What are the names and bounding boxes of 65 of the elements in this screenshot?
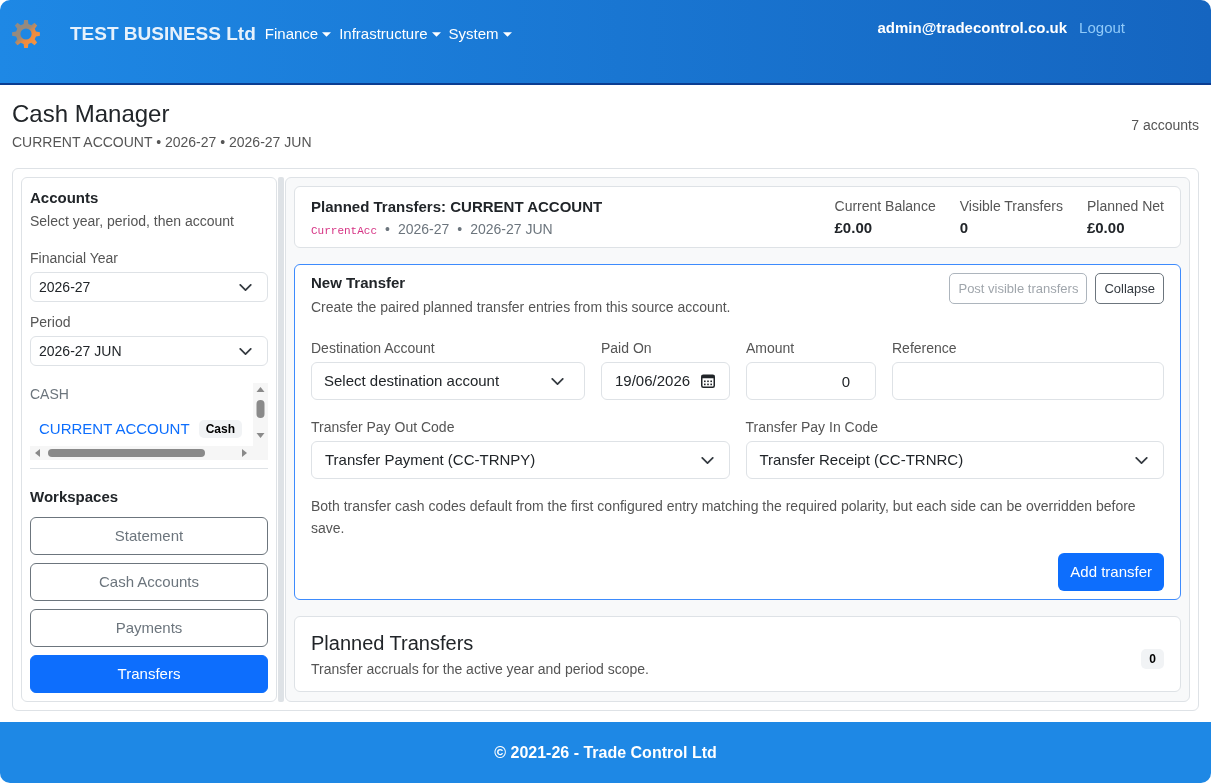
- gear-logo-icon: [12, 20, 40, 48]
- stat-value: £0.00: [1086, 218, 1126, 238]
- field-label: Transfer Pay Out Code: [311, 418, 456, 436]
- summary-title: Planned Transfers: CURRENT ACCOUNT: [311, 197, 603, 217]
- chevron-down-icon: [1135, 456, 1148, 464]
- chevron-down-icon: [239, 283, 252, 291]
- calendar-icon[interactable]: [701, 374, 715, 388]
- page-title: Cash Manager: [12, 99, 171, 128]
- chevron-down-icon: [551, 377, 564, 385]
- amount-field[interactable]: 0: [746, 362, 876, 400]
- card-title: New Transfer: [311, 273, 407, 293]
- stat-value: £0.00: [834, 218, 874, 238]
- user-email: admin@tradecontrol.co.uk: [877, 17, 1068, 38]
- splitter-handle[interactable]: [278, 177, 284, 702]
- nav-menu-item[interactable]: Infrastructure: [339, 22, 441, 46]
- reference-field[interactable]: [892, 362, 1164, 400]
- destination-select[interactable]: Select destination account: [311, 362, 585, 400]
- workspace-button[interactable]: Payments: [30, 609, 268, 647]
- count-badge: 0: [1141, 649, 1164, 669]
- stat-label: Visible Transfers: [959, 197, 1063, 215]
- field-label: Amount: [746, 339, 796, 357]
- date-field[interactable]: 19/06/2026: [601, 362, 730, 400]
- field-label: Destination Account: [311, 339, 436, 357]
- workspaces-title: Workspaces: [30, 487, 120, 507]
- cash-code-select[interactable]: Transfer Receipt (CC-TRNRC): [745, 441, 1164, 479]
- stat-label: Current Balance: [834, 197, 936, 215]
- field-label: Paid On: [601, 339, 653, 357]
- summary-meta: CurrentAcc • 2026-27 • 2026-27 JUN: [311, 220, 554, 239]
- caret-down-icon: [502, 31, 512, 37]
- logout-link[interactable]: Logout: [1079, 16, 1125, 40]
- stat-value: 0: [959, 218, 970, 238]
- brand-name[interactable]: TEST BUSINESS Ltd: [70, 19, 256, 49]
- select-field[interactable]: 2026-27 JUN: [30, 336, 268, 366]
- card-description: Create the paired planned transfer entries from this source account.: [311, 298, 731, 316]
- field-label: Period: [30, 313, 72, 331]
- vertical-scrollbar[interactable]: [253, 383, 268, 446]
- caret-down-icon: [322, 31, 332, 37]
- page-subtitle: CURRENT ACCOUNT • 2026-27 • 2026-27 JUN: [12, 133, 312, 151]
- workspace-button[interactable]: Statement: [30, 517, 268, 555]
- account-link[interactable]: CURRENT ACCOUNT: [39, 419, 190, 439]
- horizontal-scrollbar[interactable]: [30, 446, 268, 460]
- field-label: Transfer Pay In Code: [745, 418, 880, 436]
- sidebar-hint: Select year, period, then account: [30, 212, 235, 230]
- account-count: 7 accounts: [1131, 116, 1199, 134]
- field-label: Reference: [892, 339, 958, 357]
- sidebar-title: Accounts: [30, 188, 100, 208]
- card-action-button[interactable]: Collapse: [1095, 273, 1164, 304]
- workspace-button[interactable]: Cash Accounts: [30, 563, 268, 601]
- card-title: Planned Transfers: [311, 630, 475, 655]
- chevron-down-icon: [700, 456, 714, 464]
- chevron-down-icon: [239, 347, 252, 355]
- help-text: Both transfer cash codes default from the first configured entry matching the required polarity, but each side can be overridden before save.: [311, 497, 1137, 538]
- card-description: Transfer accruals for the active year and period scope.: [311, 659, 649, 678]
- nav-menu-item[interactable]: System: [448, 22, 512, 46]
- add-transfer-button[interactable]: Add transfer: [1058, 553, 1164, 591]
- cash-code-select[interactable]: Transfer Payment (CC-TRNPY): [311, 441, 730, 479]
- account-group-heading: CASH: [30, 385, 70, 403]
- account-tag: Cash: [198, 420, 242, 438]
- caret-down-icon: [431, 31, 441, 37]
- footer-text: © 2021-26 - Trade Control Ltd: [494, 742, 717, 763]
- nav-menu-item[interactable]: Finance: [264, 22, 332, 46]
- select-field[interactable]: 2026-27: [30, 272, 268, 302]
- field-label: Financial Year: [30, 249, 119, 267]
- stat-label: Planned Net: [1086, 197, 1164, 215]
- workspace-button[interactable]: Transfers: [30, 655, 268, 693]
